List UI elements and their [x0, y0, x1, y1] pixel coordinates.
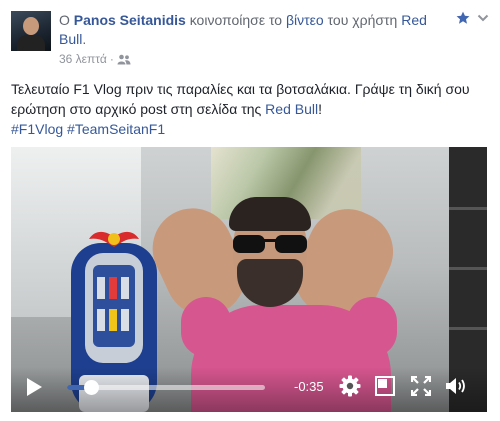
hashtag-teamseitanf1[interactable]: #TeamSeitanF1 — [67, 121, 165, 137]
star-icon[interactable] — [456, 11, 470, 25]
feed-post: Ο Panos Seitanidis κοινοποίησε το βίντεο… — [0, 0, 500, 421]
headline-verb: κοινοποίησε το — [189, 12, 283, 28]
picture-in-picture-icon[interactable] — [375, 376, 395, 396]
video-shelf-row — [449, 267, 487, 270]
red-bull-link[interactable]: Red Bull — [265, 101, 318, 117]
video-shelf-row — [449, 327, 487, 330]
hashtags: #F1Vlog #TeamSeitanF1 — [11, 119, 165, 139]
sunglasses — [233, 235, 307, 253]
timestamp-link[interactable]: 36 λεπτά — [59, 52, 107, 66]
post-text-end: ! — [318, 101, 322, 117]
volume-icon[interactable] — [445, 376, 469, 396]
video-player[interactable]: -0:35 — [11, 147, 487, 412]
meta-separator: · — [109, 52, 114, 66]
headline-prefix: Ο — [59, 12, 70, 28]
friends-icon[interactable] — [117, 54, 131, 68]
hashtag-f1vlog[interactable]: #F1Vlog — [11, 121, 63, 137]
headline-period: . — [82, 31, 87, 47]
video-sleeve-right — [347, 297, 397, 357]
play-icon[interactable] — [25, 377, 43, 397]
chevron-down-icon[interactable] — [476, 11, 490, 25]
post-headline: Ο Panos Seitanidis κοινοποίησε το βίντεο… — [59, 11, 454, 49]
video-controls: -0:35 — [11, 367, 487, 412]
headline-suffix: του χρήστη — [327, 12, 398, 28]
post-text: Τελευταίο F1 Vlog πριν τις παραλίες και … — [11, 79, 491, 119]
gear-icon[interactable] — [339, 375, 361, 397]
progress-bar[interactable] — [67, 380, 265, 395]
avatar-face — [23, 17, 39, 35]
fullscreen-icon[interactable] — [410, 375, 432, 397]
video-shelf-row — [449, 207, 487, 210]
post-meta: 36 λεπτά · — [59, 52, 131, 68]
time-remaining: -0:35 — [294, 379, 324, 394]
video-link[interactable]: βίντεο — [286, 12, 324, 28]
video-sleeve-left — [181, 297, 231, 357]
post-text-body: Τελευταίο F1 Vlog πριν τις παραλίες και … — [11, 81, 470, 117]
avatar-body — [17, 35, 45, 51]
video-person-hair — [229, 197, 311, 231]
progress-knob[interactable] — [83, 380, 99, 395]
author-name-link[interactable]: Panos Seitanidis — [74, 12, 186, 28]
avatar[interactable] — [11, 11, 51, 51]
